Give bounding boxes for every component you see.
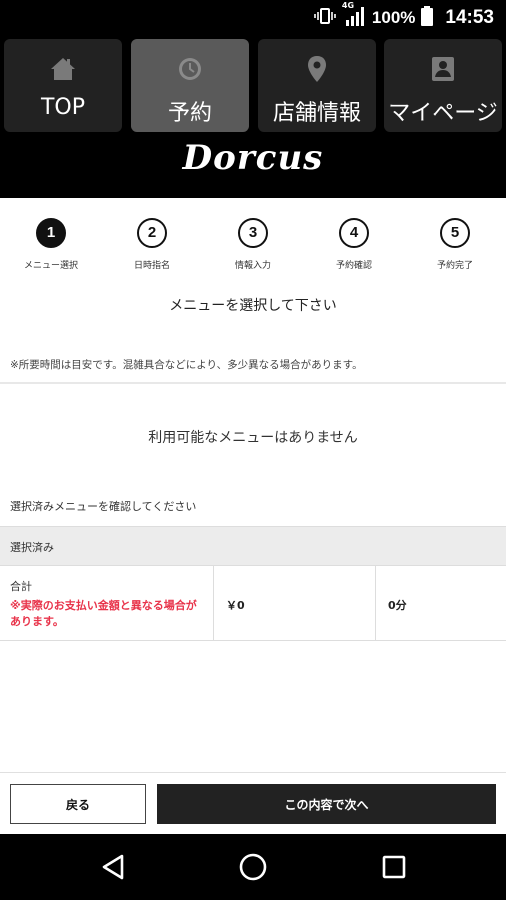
back-button[interactable]: 戻る	[10, 784, 146, 824]
nav-tab-top[interactable]: TOP	[4, 39, 122, 132]
status-bar: 4G 100% 14:53	[0, 0, 506, 36]
nav-tab-label: 店舗情報	[272, 101, 361, 126]
total-row: 合計 ※実際のお支払い金額と異なる場合があります。 ￥0 0分	[0, 566, 506, 641]
system-nav-bar	[0, 834, 506, 900]
location-pin-icon	[303, 55, 331, 83]
network-type: 4G	[341, 1, 355, 10]
person-icon	[429, 55, 457, 83]
step-info-input: 3 情報入力	[203, 213, 303, 271]
step-label: メニュー選択	[23, 261, 78, 271]
nav-tab-reserve[interactable]: 予約	[131, 39, 249, 132]
back-triangle-icon[interactable]	[96, 850, 130, 884]
recents-square-icon[interactable]	[377, 850, 411, 884]
clock-icon	[176, 55, 204, 83]
nav-tab-label: マイページ	[388, 101, 498, 126]
step-number: 3	[238, 218, 268, 248]
app-header: TOP 予約 店舗情報 マイページ Dorcus	[0, 36, 506, 198]
step-label: 予約確認	[335, 261, 372, 271]
vibrate-icon	[314, 7, 336, 29]
instruction-text: メニューを選択して下さい	[169, 298, 337, 314]
nav-tab-label: TOP	[40, 95, 86, 120]
step-label: 情報入力	[234, 261, 271, 271]
next-button[interactable]: この内容で次へ	[157, 784, 496, 824]
selected-header: 選択済み	[0, 526, 506, 566]
duration-cell: 0分	[376, 566, 506, 641]
total-label: 合計	[10, 580, 32, 593]
step-number: 5	[440, 218, 470, 248]
battery-icon	[421, 6, 434, 30]
signal-icon: 4G	[342, 1, 366, 31]
brand-logo: Dorcus	[182, 138, 324, 178]
step-complete: 5 予約完了	[405, 213, 505, 271]
price-cell: ￥0	[214, 566, 376, 641]
action-bar: 戻る この内容で次へ	[0, 772, 506, 834]
step-label: 日時指名	[133, 261, 170, 271]
total-duration: 0分	[388, 599, 407, 612]
progress-steps: 1 メニュー選択 2 日時指名 3 情報入力 4 予約確認 5 予約完了	[0, 213, 506, 283]
price-warning: ※実際のお支払い金額と異なる場合があります。	[10, 599, 197, 628]
nav-tab-store-info[interactable]: 店舗情報	[258, 39, 376, 132]
step-datetime: 2 日時指名	[102, 213, 202, 271]
confirm-selection-text: 選択済みメニューを確認してください	[10, 500, 197, 513]
battery-percent: 100%	[371, 8, 416, 27]
nav-tab-label: 予約	[167, 101, 212, 126]
total-price: ￥0	[226, 599, 245, 612]
main-nav: TOP 予約 店舗情報 マイページ	[4, 39, 502, 132]
step-number: 1	[36, 218, 66, 248]
step-menu-select: 1 メニュー選択	[1, 213, 101, 271]
step-number: 4	[339, 218, 369, 248]
duration-note: ※所要時間は目安です。混雑具合などにより、多少異なる場合があります。	[10, 359, 363, 371]
home-icon	[49, 55, 77, 83]
step-confirm: 4 予約確認	[304, 213, 404, 271]
clock: 14:53	[445, 7, 494, 28]
selected-header-label: 選択済み	[10, 541, 54, 554]
status-indicators: 4G 100% 14:53	[314, 1, 494, 31]
step-number: 2	[137, 218, 167, 248]
nav-tab-mypage[interactable]: マイページ	[384, 39, 502, 132]
step-label: 予約完了	[436, 261, 473, 271]
divider	[0, 382, 506, 384]
home-circle-icon[interactable]	[236, 850, 270, 884]
no-menu-message: 利用可能なメニューはありません	[148, 430, 358, 446]
total-label-cell: 合計 ※実際のお支払い金額と異なる場合があります。	[0, 566, 214, 641]
